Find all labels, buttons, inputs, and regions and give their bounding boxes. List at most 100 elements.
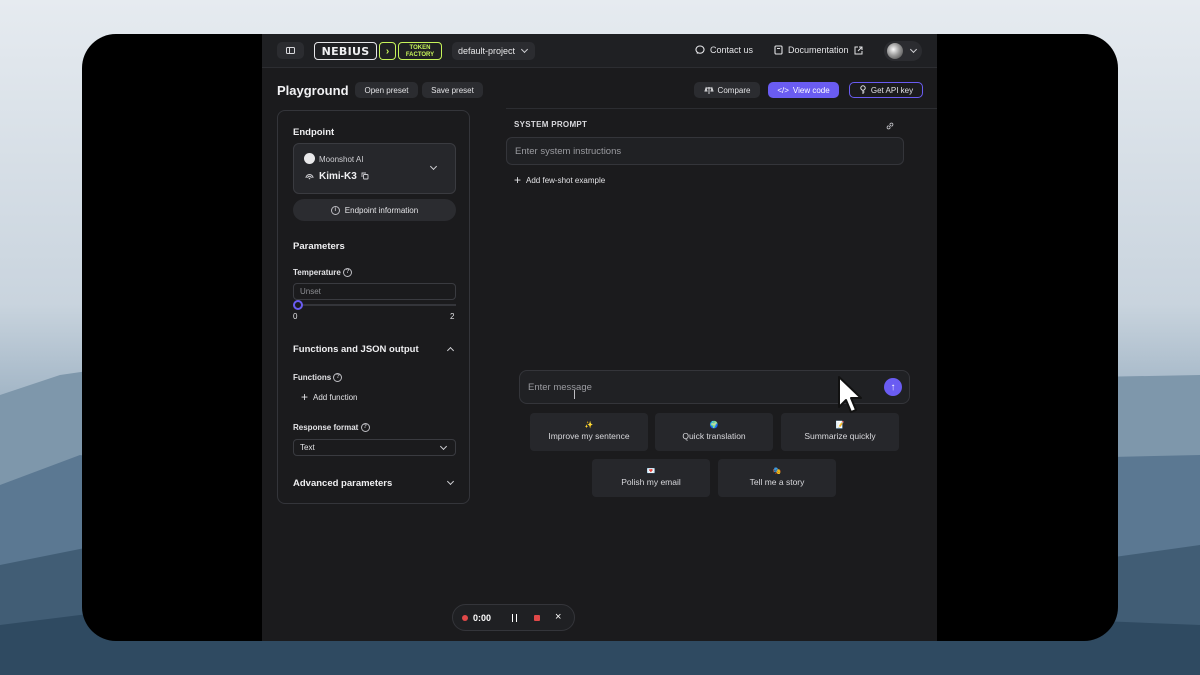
functions-label-text: Functions xyxy=(293,373,332,382)
link-icon[interactable] xyxy=(886,122,894,130)
book-icon xyxy=(774,45,783,55)
advanced-parameters-toggle[interactable]: Advanced parameters xyxy=(293,478,392,489)
response-format-label-text: Response format xyxy=(293,423,359,432)
stop-icon[interactable] xyxy=(534,615,540,621)
compare-button[interactable]: Compare xyxy=(694,82,760,98)
suggestion-tell-story[interactable]: 🎭 Tell me a story xyxy=(718,459,836,497)
section-divider xyxy=(506,108,937,109)
logo-text-token: TOKEN xyxy=(409,44,431,51)
temperature-slider-handle[interactable] xyxy=(293,300,303,310)
suggestion-label: Polish my email xyxy=(621,477,681,487)
contact-us-link[interactable]: Contact us xyxy=(695,45,753,55)
info-icon: i xyxy=(330,205,340,215)
suggestion-polish-email[interactable]: 💌 Polish my email xyxy=(592,459,710,497)
suggestion-label: Summarize quickly xyxy=(804,431,876,441)
functions-label: Functions ? xyxy=(293,373,343,383)
screen-recorder-bar: 0:00 × xyxy=(452,604,575,631)
chevron-down-icon xyxy=(520,45,529,54)
add-function-label: Add function xyxy=(313,393,358,402)
response-format-select[interactable]: Text xyxy=(293,439,456,456)
send-button[interactable]: ↑ xyxy=(884,378,902,396)
pause-icon[interactable] xyxy=(512,614,517,622)
view-code-label: View code xyxy=(792,85,830,95)
help-icon[interactable]: ? xyxy=(343,268,353,278)
suggestion-quick-translation[interactable]: 🌍 Quick translation xyxy=(655,413,773,451)
memo-icon: 📝 xyxy=(835,422,845,429)
endpoint-information-label: Endpoint information xyxy=(344,205,419,215)
help-icon[interactable]: ? xyxy=(360,423,370,433)
response-format-label: Response format ? xyxy=(293,423,370,433)
signal-icon xyxy=(305,174,314,180)
nebius-logo[interactable]: NEBIUS xyxy=(314,42,377,60)
temperature-max: 2 xyxy=(450,312,455,321)
recording-time: 0:00 xyxy=(473,613,492,623)
mouse-pointer-icon xyxy=(838,376,862,413)
contact-us-label: Contact us xyxy=(710,45,754,55)
endpoint-heading: Endpoint xyxy=(293,127,335,138)
chevron-down-icon[interactable] xyxy=(446,477,455,486)
chevron-down-icon xyxy=(909,45,918,54)
temperature-slider[interactable] xyxy=(293,304,456,306)
plus-icon: + xyxy=(514,173,522,187)
logo-text-factory: FACTORY xyxy=(405,51,435,58)
suggestion-label: Improve my sentence xyxy=(548,431,630,441)
system-prompt-input[interactable]: Enter system instructions xyxy=(506,137,904,165)
theater-masks-icon: 🎭 xyxy=(772,468,782,475)
temperature-label-text: Temperature xyxy=(293,268,341,277)
add-few-shot-button[interactable]: + Add few-shot example xyxy=(514,173,605,187)
chevron-down-icon xyxy=(439,442,448,451)
app-screen: NEBIUS › TOKEN FACTORY default-project C… xyxy=(262,34,937,641)
open-preset-button[interactable]: Open preset xyxy=(355,82,418,98)
token-factory-logo: TOKEN FACTORY xyxy=(398,42,442,60)
suggestion-improve-sentence[interactable]: ✨ Improve my sentence xyxy=(530,413,648,451)
logo-arrow-icon: › xyxy=(379,42,396,60)
project-name: default-project xyxy=(458,46,516,56)
documentation-link[interactable]: Documentation xyxy=(774,45,863,55)
response-format-value: Text xyxy=(300,443,315,452)
copy-icon[interactable] xyxy=(361,172,369,180)
provider-name: Moonshot AI xyxy=(319,155,364,164)
record-indicator-icon xyxy=(462,615,468,621)
endpoint-select[interactable]: Moonshot AI Kimi-K3 xyxy=(293,143,456,194)
top-bar: NEBIUS › TOKEN FACTORY default-project C… xyxy=(262,34,937,68)
device-frame: NEBIUS › TOKEN FACTORY default-project C… xyxy=(82,34,1118,641)
save-preset-button[interactable]: Save preset xyxy=(422,82,483,98)
endpoint-information-button[interactable]: i Endpoint information xyxy=(293,199,456,221)
get-api-key-label: Get API key xyxy=(870,85,914,95)
globe-icon: 🌍 xyxy=(709,422,719,429)
suggestion-label: Tell me a story xyxy=(749,477,805,487)
documentation-label: Documentation xyxy=(788,45,849,55)
temperature-input[interactable]: Unset xyxy=(293,283,456,300)
sidebar-toggle-button[interactable] xyxy=(277,42,304,59)
temperature-min: 0 xyxy=(293,312,298,321)
project-select[interactable]: default-project xyxy=(452,42,535,60)
sparkles-icon: ✨ xyxy=(584,422,594,429)
external-link-icon xyxy=(854,46,863,54)
chevron-down-icon xyxy=(429,162,438,171)
love-letter-icon: 💌 xyxy=(646,468,656,475)
user-menu[interactable] xyxy=(884,41,922,61)
system-prompt-label: SYSTEM PROMPT xyxy=(514,120,588,129)
moonshot-logo-icon xyxy=(304,153,315,164)
plus-icon: + xyxy=(301,390,309,404)
model-name: Kimi-K3 xyxy=(319,171,357,182)
view-code-button[interactable]: </> View code xyxy=(768,82,839,98)
text-cursor-icon xyxy=(574,390,575,399)
code-icon: </> xyxy=(777,85,789,95)
avatar xyxy=(887,43,903,59)
chevron-up-icon[interactable] xyxy=(446,346,455,355)
help-icon[interactable]: ? xyxy=(333,373,343,383)
suggestion-summarize-quickly[interactable]: 📝 Summarize quickly xyxy=(781,413,899,451)
arrow-up-icon: ↑ xyxy=(890,381,896,393)
temperature-label: Temperature ? xyxy=(293,268,353,278)
key-icon xyxy=(860,85,866,94)
add-function-button[interactable]: + Add function xyxy=(301,390,358,404)
parameters-heading: Parameters xyxy=(293,241,345,252)
functions-section-toggle[interactable]: Functions and JSON output xyxy=(293,344,419,355)
scale-icon xyxy=(703,86,714,94)
compare-label: Compare xyxy=(717,85,751,95)
get-api-key-button[interactable]: Get API key xyxy=(849,82,923,98)
close-icon[interactable]: × xyxy=(555,611,561,623)
settings-panel: Endpoint Moonshot AI Kimi-K3 i Endpoint … xyxy=(277,110,470,504)
suggestion-label: Quick translation xyxy=(682,431,746,441)
